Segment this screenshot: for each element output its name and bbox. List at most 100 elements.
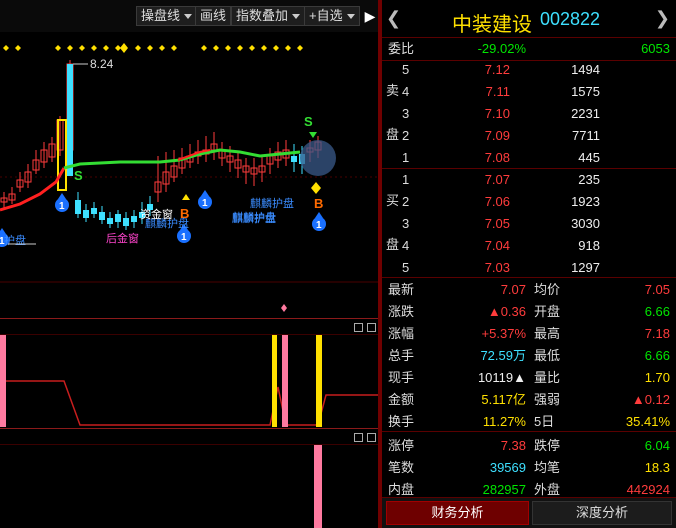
- stat-label: 均笔: [534, 460, 561, 475]
- signal-diamond: [135, 45, 141, 51]
- ma-line-red: [0, 167, 66, 212]
- stat-label: 跌停: [534, 438, 561, 453]
- chart-area[interactable]: 操盘线 画线 指数叠加 +自选 ▶ 8.24 S S B B 1 1 1 1 1 麒麟护盘 麒麟护盘麒…: [0, 0, 378, 528]
- index-overlay-dropdown[interactable]: 指数叠加: [231, 6, 306, 26]
- ask-volume: 1575: [571, 84, 600, 99]
- arrow-down-icon: [309, 132, 317, 138]
- chevron-left-icon[interactable]: ❮: [386, 8, 401, 29]
- stat-label: 均价: [534, 282, 561, 297]
- bid-price[interactable]: 7.07: [452, 169, 510, 191]
- bid-price[interactable]: 7.05: [452, 213, 510, 235]
- signal-diamond: [281, 304, 287, 312]
- chevron-right-icon[interactable]: ❯: [655, 8, 670, 29]
- highlight-bar: [67, 64, 73, 176]
- protect-label: 护盘: [4, 233, 26, 247]
- candle-body: [131, 216, 137, 222]
- stat-value: 35.41%: [625, 414, 670, 429]
- indicator-2-window-controls[interactable]: [350, 431, 376, 443]
- buy-side-label-2: 盘: [386, 237, 400, 252]
- stat-value: 10119▲: [477, 370, 526, 385]
- candle-body: [123, 218, 129, 226]
- signal-diamond: [159, 45, 165, 51]
- ask-level: 4: [402, 84, 410, 99]
- indicator-2-bar: [314, 445, 322, 528]
- bid-price[interactable]: 7.04: [452, 235, 510, 257]
- maximize-icon[interactable]: [354, 432, 363, 442]
- sell-side-label-2: 盘: [386, 127, 400, 142]
- weibi-diff: 6053: [641, 41, 670, 56]
- ask-price[interactable]: 7.08: [452, 147, 510, 169]
- tab-finance-analysis[interactable]: 财务分析: [386, 501, 529, 525]
- stat-value: 1.70: [644, 370, 670, 385]
- indicator-1-bar: [316, 335, 322, 427]
- stat-row: 笔数 39569 均笔 18.3: [382, 457, 676, 479]
- collapse-panel-button[interactable]: ▶: [362, 6, 378, 26]
- stat-label: 笔数: [388, 460, 415, 475]
- signal-diamond: [297, 45, 303, 51]
- stat-label: 强弱: [534, 392, 561, 407]
- bid-level: 2: [402, 194, 410, 209]
- ask-level: 2: [402, 128, 410, 143]
- selection-circle-marker: [300, 140, 336, 176]
- signal-diamond: [79, 45, 85, 51]
- indicator-1-window-controls[interactable]: [350, 321, 376, 333]
- tab-depth-analysis[interactable]: 深度分析: [532, 501, 672, 525]
- kline-chart[interactable]: 8.24SSBB1 111 1麒麟护盘麒麟护盘麒麟护盘麒麟护盘资金窗后金窗护盘: [0, 32, 378, 316]
- stat-row: 涨幅 +5.37% 最高 7.18: [382, 323, 676, 345]
- watchlist-dropdown[interactable]: +自选: [304, 6, 360, 26]
- signal-diamond: [261, 45, 267, 51]
- qilin-label: 麒麟护盘: [250, 196, 294, 210]
- ask-level: 5: [402, 62, 410, 77]
- candle-body: [291, 156, 297, 162]
- stat-label: 5日: [534, 414, 555, 429]
- stat-label: 量比: [534, 370, 561, 385]
- ask-volume: 1494: [571, 62, 600, 77]
- weibi-row: 委比 -29.02% 6053: [382, 38, 676, 60]
- stat-label: 开盘: [534, 304, 561, 319]
- ask-price[interactable]: 7.11: [452, 81, 510, 103]
- stat-value: ▲0.12: [631, 392, 670, 407]
- indicator-1-bar: [0, 335, 6, 427]
- candle-body: [75, 200, 81, 214]
- close-icon[interactable]: [367, 322, 376, 332]
- ask-row: 5 7.12 1494: [382, 59, 676, 81]
- signal-diamond: [3, 45, 9, 51]
- stat-value: 7.07: [500, 282, 526, 297]
- signal-diamond: [147, 45, 153, 51]
- stat-label: 最高: [534, 326, 561, 341]
- signal-diamond: [225, 45, 231, 51]
- candle-body: [107, 218, 113, 224]
- bid-row: 3 7.05 3030: [382, 213, 676, 235]
- bid-price[interactable]: 7.03: [452, 257, 510, 279]
- indicator-2-header: [0, 428, 378, 445]
- indicator-1-chart[interactable]: [0, 335, 378, 427]
- bid-row: 1 7.07 235: [382, 169, 676, 191]
- draw-line-button[interactable]: 画线: [195, 6, 232, 26]
- bid-price[interactable]: 7.06: [452, 191, 510, 213]
- candle-body: [83, 210, 89, 218]
- high-price-label: 8.24: [90, 57, 114, 71]
- ask-price[interactable]: 7.12: [452, 59, 510, 81]
- maximize-icon[interactable]: [354, 322, 363, 332]
- signal-badge-number: 1: [316, 220, 322, 231]
- ask-price[interactable]: 7.10: [452, 103, 510, 125]
- stat-value: 7.05: [644, 282, 670, 297]
- bid-volume: 235: [578, 172, 600, 187]
- draw-line-label: 画线: [200, 8, 227, 23]
- highlight-bar: [57, 119, 67, 191]
- stat-value: 7.18: [644, 326, 670, 341]
- ask-row: 3 7.10 2231: [382, 103, 676, 125]
- signal-diamond: [103, 45, 109, 51]
- ask-price[interactable]: 7.09: [452, 125, 510, 147]
- separator: [382, 431, 676, 432]
- close-icon[interactable]: [367, 432, 376, 442]
- ask-row: 1 7.08 445: [382, 147, 676, 169]
- pan-line-dropdown[interactable]: 操盘线: [136, 6, 198, 26]
- analysis-tabs: 财务分析 深度分析: [382, 497, 676, 528]
- ma-line-green: [63, 158, 181, 170]
- chart-toolbar: 操盘线 画线 指数叠加 +自选 ▶: [0, 0, 378, 32]
- ma-line-red: [177, 149, 211, 161]
- after-label: 后金窗: [106, 231, 139, 245]
- indicator-2-chart[interactable]: [0, 445, 378, 528]
- signal-s-label: S: [74, 168, 83, 183]
